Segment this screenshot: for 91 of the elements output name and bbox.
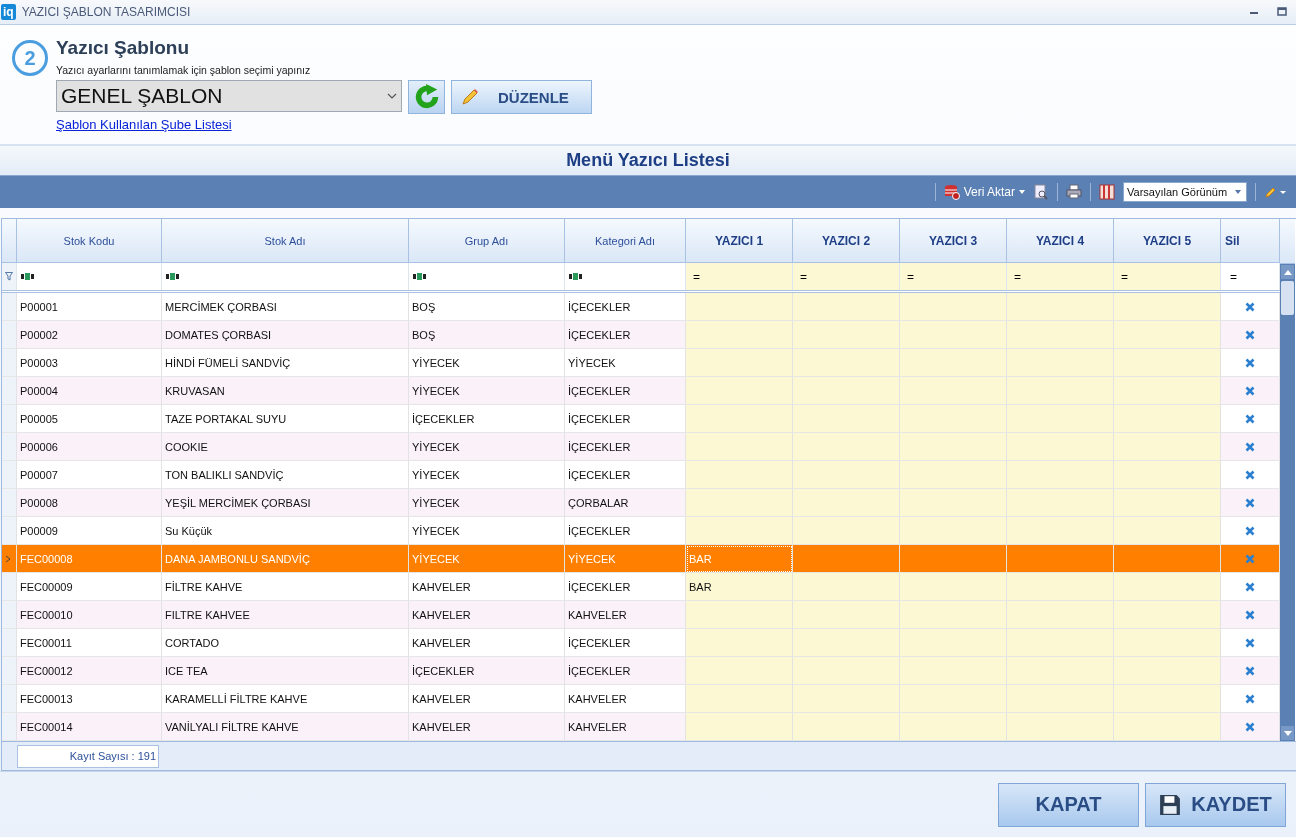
- table-row[interactable]: FEC00012 ICE TEA İÇECEKLER İÇECEKLER: [2, 657, 1280, 685]
- column-header[interactable]: YAZICI 3: [900, 219, 1007, 263]
- template-dropdown[interactable]: GENEL ŞABLON: [56, 80, 402, 112]
- table-cell: BAR: [686, 545, 793, 573]
- text-filter-icon[interactable]: [413, 273, 426, 280]
- print-icon[interactable]: [1066, 184, 1082, 200]
- column-header[interactable]: Stok Kodu: [17, 219, 162, 263]
- edit-button[interactable]: DÜZENLE: [451, 80, 592, 114]
- scroll-up-button[interactable]: [1281, 265, 1294, 279]
- scroll-down-button[interactable]: [1281, 726, 1294, 740]
- section-heading: Yazıcı Şablonu: [56, 37, 191, 59]
- filter-cell[interactable]: =: [793, 263, 900, 290]
- table-cell: FEC00014: [17, 713, 162, 741]
- layout-icon[interactable]: [1099, 184, 1115, 200]
- column-header[interactable]: Kategori Adı: [565, 219, 686, 263]
- delete-icon[interactable]: [1245, 721, 1255, 732]
- column-header[interactable]: Stok Adı: [162, 219, 409, 263]
- table-cell: BAR: [686, 573, 793, 601]
- scroll-thumb[interactable]: [1281, 281, 1294, 315]
- branch-list-link[interactable]: Şablon Kullanılan Şube Listesi: [56, 117, 232, 132]
- table-row[interactable]: P00003 HİNDİ FÜMELİ SANDVİÇ YİYECEK YİYECEK: [2, 349, 1280, 377]
- table-row[interactable]: P00004 KRUVASAN YİYECEK İÇECEKLER: [2, 377, 1280, 405]
- table-row[interactable]: P00001 MERCİMEK ÇORBASI BOŞ İÇECEKLER: [2, 293, 1280, 321]
- window-title: YAZICI ŞABLON TASARIMCISI: [21, 5, 191, 19]
- scrollbar[interactable]: [1280, 264, 1295, 741]
- text-filter-icon[interactable]: [21, 273, 34, 280]
- table-cell: DANA JAMBONLU SANDVİÇ: [162, 545, 409, 573]
- table-cell: KAHVELER: [409, 713, 565, 741]
- delete-icon[interactable]: [1245, 441, 1255, 452]
- caret-icon: [1235, 190, 1241, 194]
- arrow-up-icon: [1283, 269, 1292, 275]
- database-icon: [943, 184, 960, 200]
- delete-icon[interactable]: [1245, 329, 1255, 340]
- view-dropdown[interactable]: Varsayılan Görünüm: [1123, 182, 1247, 202]
- table-cell: YİYECEK: [409, 545, 565, 573]
- delete-icon[interactable]: [1245, 609, 1255, 620]
- export-button[interactable]: Veri Aktar: [943, 184, 1025, 200]
- delete-icon[interactable]: [1245, 525, 1255, 536]
- delete-icon[interactable]: [1245, 637, 1255, 648]
- table-row[interactable]: FEC00013 KARAMELLİ FİLTRE KAHVE KAHVELER KAHVELER: [2, 685, 1280, 713]
- table-row[interactable]: P00002 DOMATES ÇORBASI BOŞ İÇECEKLER: [2, 321, 1280, 349]
- table-row[interactable]: FEC00011 CORTADO KAHVELER İÇECEKLER: [2, 629, 1280, 657]
- save-button[interactable]: KAYDET: [1145, 782, 1286, 827]
- filter-cell[interactable]: =: [686, 263, 793, 290]
- maximize-icon[interactable]: [1276, 6, 1288, 18]
- app-logo: iq: [1, 4, 16, 20]
- row-header[interactable]: [2, 545, 17, 573]
- table-row[interactable]: P00009 Su Küçük YİYECEK İÇECEKLER: [2, 517, 1280, 545]
- column-header[interactable]: Sil: [1221, 219, 1280, 263]
- column-header[interactable]: YAZICI 2: [793, 219, 900, 263]
- delete-icon[interactable]: [1245, 469, 1255, 480]
- table-row[interactable]: FEC00009 FİLTRE KAHVE KAHVELER İÇECEKLER BAR: [2, 573, 1280, 601]
- pencil-icon: [460, 87, 480, 107]
- row-indicator-icon: [5, 554, 11, 563]
- delete-icon[interactable]: [1245, 357, 1255, 368]
- text-filter-icon[interactable]: [166, 273, 179, 280]
- delete-icon[interactable]: [1245, 497, 1255, 508]
- step-number: 2: [12, 40, 48, 76]
- table-cell: FEC00008: [17, 545, 162, 573]
- preview-icon[interactable]: [1033, 184, 1049, 200]
- instruction-text: Yazıcı ayarlarını tanımlamak için şablon seçimi yapınız: [56, 64, 312, 76]
- table-row[interactable]: P00008 YEŞİL MERCİMEK ÇORBASI YİYECEK ÇORBALAR: [2, 489, 1280, 517]
- close-button[interactable]: KAPAT: [998, 782, 1139, 827]
- caret-icon: [1019, 190, 1025, 194]
- table-row[interactable]: P00006 COOKIE YİYECEK İÇECEKLER: [2, 433, 1280, 461]
- filter-cell[interactable]: =: [900, 263, 1007, 290]
- table-cell: VANİLYALI FİLTRE KAHVE: [162, 713, 409, 741]
- table-cell: YİYECEK: [565, 545, 686, 573]
- delete-icon[interactable]: [1245, 301, 1255, 312]
- record-count: Kayıt Sayısı : 191: [17, 744, 159, 768]
- column-header[interactable]: YAZICI 4: [1007, 219, 1114, 263]
- filter-cell[interactable]: =: [1114, 263, 1221, 290]
- arrow-down-icon: [1283, 730, 1292, 736]
- table-row[interactable]: P00007 TON BALIKLI SANDVİÇ YİYECEK İÇECEKLER: [2, 461, 1280, 489]
- filter-cell[interactable]: =: [1007, 263, 1114, 290]
- refresh-button[interactable]: [408, 80, 445, 114]
- list-title: Menü Yazıcı Listesi: [0, 146, 1296, 175]
- table-row[interactable]: FEC00010 FILTRE KAHVEE KAHVELER KAHVELER: [2, 601, 1280, 629]
- delete-icon[interactable]: [1245, 413, 1255, 424]
- column-header[interactable]: YAZICI 5: [1114, 219, 1221, 263]
- column-header[interactable]: Grup Adı: [409, 219, 565, 263]
- table-row[interactable]: P00005 TAZE PORTAKAL SUYU İÇECEKLER İÇECEKLER: [2, 405, 1280, 433]
- column-header[interactable]: YAZICI 1: [686, 219, 793, 263]
- text-filter-icon[interactable]: [569, 273, 582, 280]
- delete-icon[interactable]: [1245, 665, 1255, 676]
- table-row[interactable]: FEC00014 VANİLYALI FİLTRE KAHVE KAHVELER KAHVELER: [2, 713, 1280, 741]
- filter-icon[interactable]: [5, 272, 13, 281]
- delete-icon[interactable]: [1245, 581, 1255, 592]
- delete-icon[interactable]: [1245, 693, 1255, 704]
- pencil-dropdown-icon[interactable]: [1264, 185, 1288, 199]
- delete-icon[interactable]: [1245, 385, 1255, 396]
